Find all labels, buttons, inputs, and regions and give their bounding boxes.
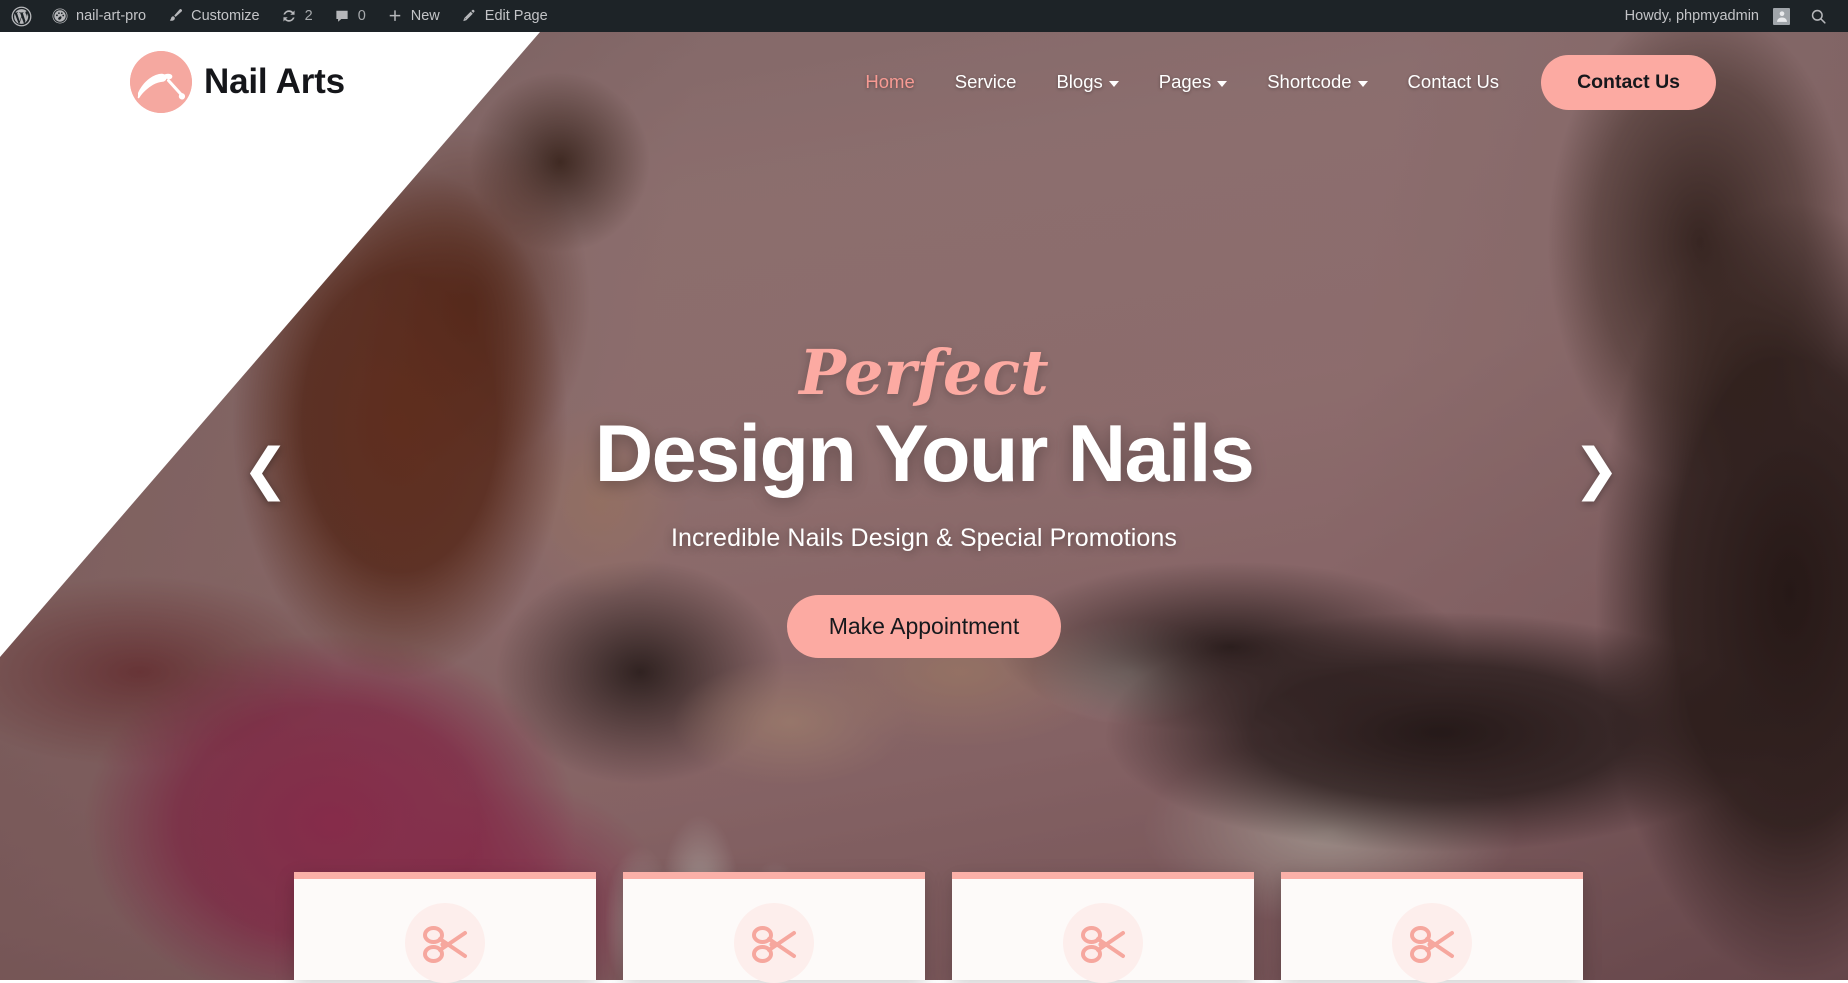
nav-item-shortcode[interactable]: Shortcode: [1247, 71, 1387, 93]
chevron-down-icon: [1108, 80, 1119, 87]
scissors-icon: [734, 903, 814, 983]
chevron-down-icon: [1217, 80, 1228, 87]
nav-label-blogs: Blogs: [1056, 71, 1103, 92]
hero-title: Design Your Nails: [594, 409, 1255, 500]
nav-item-home[interactable]: Home: [845, 71, 934, 93]
carousel-next-arrow-icon[interactable]: ❯: [1573, 442, 1620, 498]
nav-label-contact-us: Contact Us: [1407, 71, 1500, 92]
hero-subtitle: Incredible Nails Design & Special Promot…: [670, 523, 1178, 552]
brush-icon: [166, 7, 184, 25]
site-header: Nail Arts Home Service Blogs Pages Short…: [0, 32, 1848, 132]
admin-bar-right-group: Howdy, phpmyadmin: [1614, 0, 1848, 32]
nav-item-service[interactable]: Service: [935, 71, 1037, 93]
my-account-menu[interactable]: Howdy, phpmyadmin: [1614, 0, 1799, 32]
edit-page-label: Edit Page: [484, 8, 548, 24]
site-name-label: nail-art-pro: [76, 8, 147, 24]
customize-link[interactable]: Customize: [156, 0, 270, 32]
updates-count: 2: [304, 8, 313, 24]
admin-bar-search-button[interactable]: [1799, 0, 1838, 32]
chevron-down-icon: [1357, 80, 1368, 87]
nav-label-shortcode: Shortcode: [1267, 71, 1352, 92]
wordpress-logo-button[interactable]: [0, 0, 41, 32]
header-contact-us-button[interactable]: Contact Us: [1541, 54, 1716, 110]
updates-link[interactable]: 2: [270, 0, 323, 32]
site-branding[interactable]: Nail Arts: [130, 51, 345, 113]
comments-count: 0: [357, 8, 366, 24]
comment-bubble-icon: [333, 7, 351, 25]
site-title: Nail Arts: [204, 62, 345, 101]
make-appointment-button[interactable]: Make Appointment: [786, 594, 1062, 658]
nav-label-home: Home: [865, 71, 915, 92]
search-icon: [1809, 7, 1828, 26]
nail-hand-logo-icon: [130, 51, 192, 113]
nav-item-blogs[interactable]: Blogs: [1036, 71, 1138, 93]
nav-label-service: Service: [954, 71, 1017, 92]
wp-admin-bar: nail-art-pro Customize 2 0 New Edit Page…: [0, 0, 1848, 32]
scissors-icon: [405, 903, 485, 983]
plus-icon: [386, 7, 404, 25]
nav-item-pages[interactable]: Pages: [1139, 71, 1247, 93]
carousel-prev-arrow-icon[interactable]: ❮: [242, 442, 289, 498]
comments-link[interactable]: 0: [323, 0, 376, 32]
scissors-icon: [1063, 903, 1143, 983]
hero-eyebrow: Perfect: [799, 336, 1049, 410]
scissors-icon: [1392, 903, 1472, 983]
nav-label-pages: Pages: [1158, 71, 1212, 92]
nav-item-contact-us[interactable]: Contact Us: [1388, 71, 1520, 93]
pencil-icon: [460, 7, 478, 25]
primary-navigation: Home Service Blogs Pages Shortcode Conta…: [845, 71, 1519, 93]
new-content-link[interactable]: New: [376, 0, 450, 32]
site-name-menu[interactable]: nail-art-pro: [41, 0, 156, 32]
edit-page-link[interactable]: Edit Page: [450, 0, 558, 32]
updates-icon: [280, 7, 298, 25]
wordpress-logo-icon: [11, 6, 32, 27]
dashboard-icon: [51, 7, 69, 25]
admin-bar-left-group: nail-art-pro Customize 2 0 New Edit Page: [0, 0, 558, 32]
customize-label: Customize: [191, 8, 260, 24]
user-avatar-icon: [1773, 7, 1790, 25]
greeting-label: Howdy, phpmyadmin: [1624, 8, 1759, 24]
new-label: New: [410, 8, 440, 24]
